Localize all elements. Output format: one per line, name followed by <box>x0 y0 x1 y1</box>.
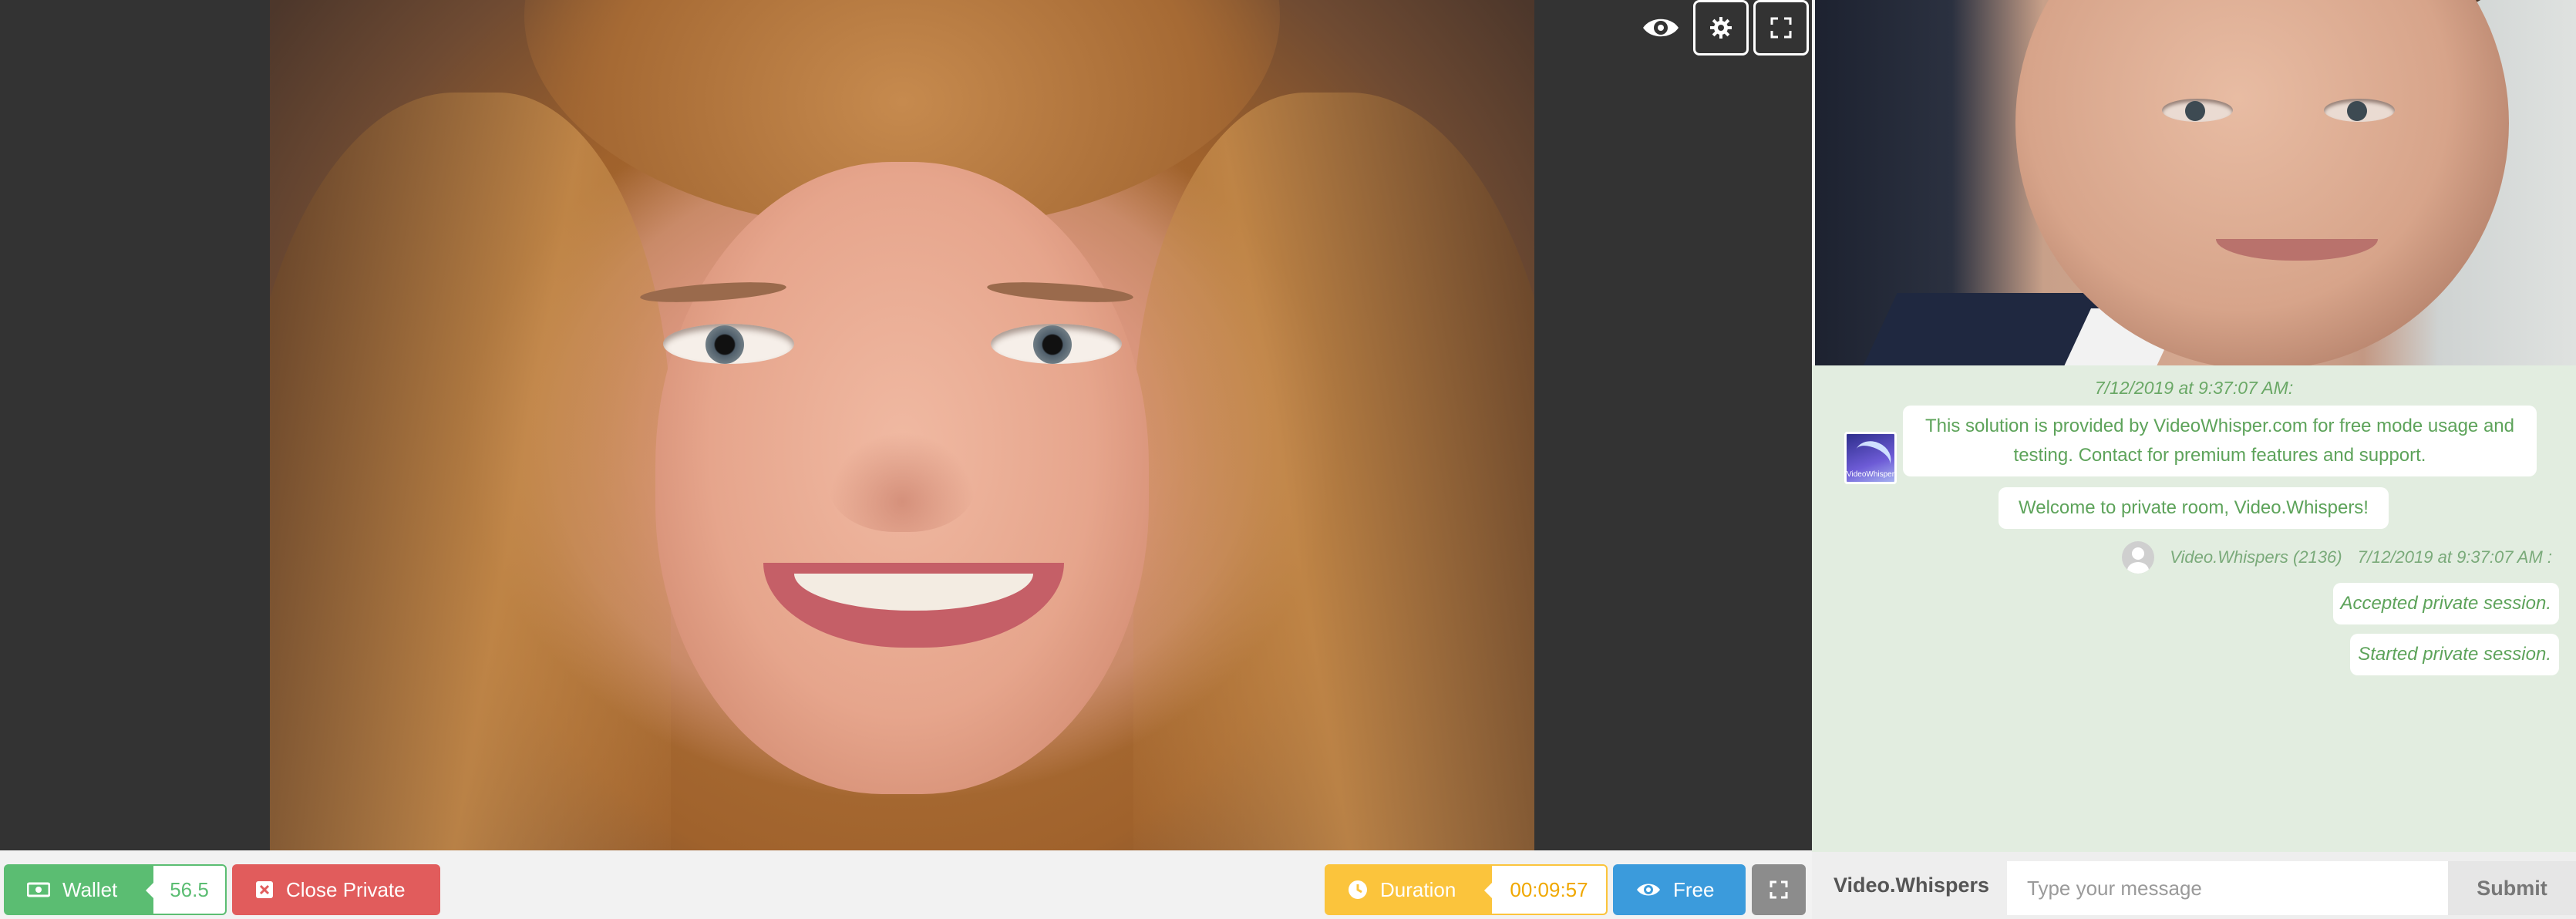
performer-webcam-video <box>270 0 1534 850</box>
sender-time: 7/12/2019 at 9:37:07 AM : <box>2357 547 2552 567</box>
sender-name: Video.Whispers (2136) <box>2170 547 2342 567</box>
wallet-button[interactable]: Wallet <box>4 864 153 915</box>
eye-icon <box>1636 881 1661 898</box>
main-video-panel <box>0 0 1812 850</box>
clock-icon <box>1348 880 1368 900</box>
system-message: This solution is provided by VideoWhispe… <box>1903 406 2537 476</box>
video-controls <box>1633 0 1809 56</box>
expand-icon <box>1770 17 1792 39</box>
close-private-label: Close Private <box>286 877 406 901</box>
welcome-message: Welcome to private room, Video.Whispers! <box>1999 487 2389 529</box>
chat-message-area[interactable]: 7/12/2019 at 9:37:07 AM: VideoWhisper Th… <box>1812 365 2576 850</box>
free-label: Free <box>1673 877 1715 901</box>
eye-icon[interactable] <box>1633 0 1689 56</box>
wallet-balance: 56.5 <box>146 864 227 915</box>
duration-timer: 00:09:57 <box>1484 864 1608 915</box>
sender-meta: Video.Whispers (2136) 7/12/2019 at 9:37:… <box>1812 541 2552 574</box>
avatar-caption: VideoWhisper <box>1847 470 1895 479</box>
fullscreen-button[interactable] <box>1753 0 1809 56</box>
session-toolbar: Wallet 56.5 Close Private Duration 00:09… <box>0 850 1812 919</box>
user-avatar-icon <box>2122 541 2155 574</box>
submit-button[interactable]: Submit <box>2448 861 2576 915</box>
money-icon <box>27 882 50 897</box>
close-private-button[interactable]: Close Private <box>232 864 440 915</box>
free-mode-button[interactable]: Free <box>1613 864 1746 915</box>
duration-button[interactable]: Duration <box>1325 864 1492 915</box>
layout-fullscreen-button[interactable] <box>1752 864 1806 915</box>
close-square-icon <box>255 880 274 899</box>
message-timestamp: 7/12/2019 at 9:37:07 AM: <box>2094 378 2294 398</box>
expand-icon <box>1770 880 1788 899</box>
chat-username: Video.Whispers <box>1834 874 1990 897</box>
chat-message: Accepted private session. <box>2332 583 2559 624</box>
gear-icon <box>1709 16 1732 39</box>
settings-button[interactable] <box>1693 0 1749 56</box>
videowhisper-avatar: VideoWhisper <box>1844 432 1897 484</box>
duration-label: Duration <box>1380 877 1456 901</box>
client-webcam-video <box>1815 0 2576 365</box>
message-input[interactable] <box>2007 861 2448 915</box>
private-video-chat-app: 7/12/2019 at 9:37:07 AM: VideoWhisper Th… <box>0 0 2576 919</box>
wallet-label: Wallet <box>62 877 118 901</box>
chat-message: Started private session. <box>2350 634 2559 675</box>
chat-input-bar: Video.Whispers Submit <box>1812 850 2576 919</box>
